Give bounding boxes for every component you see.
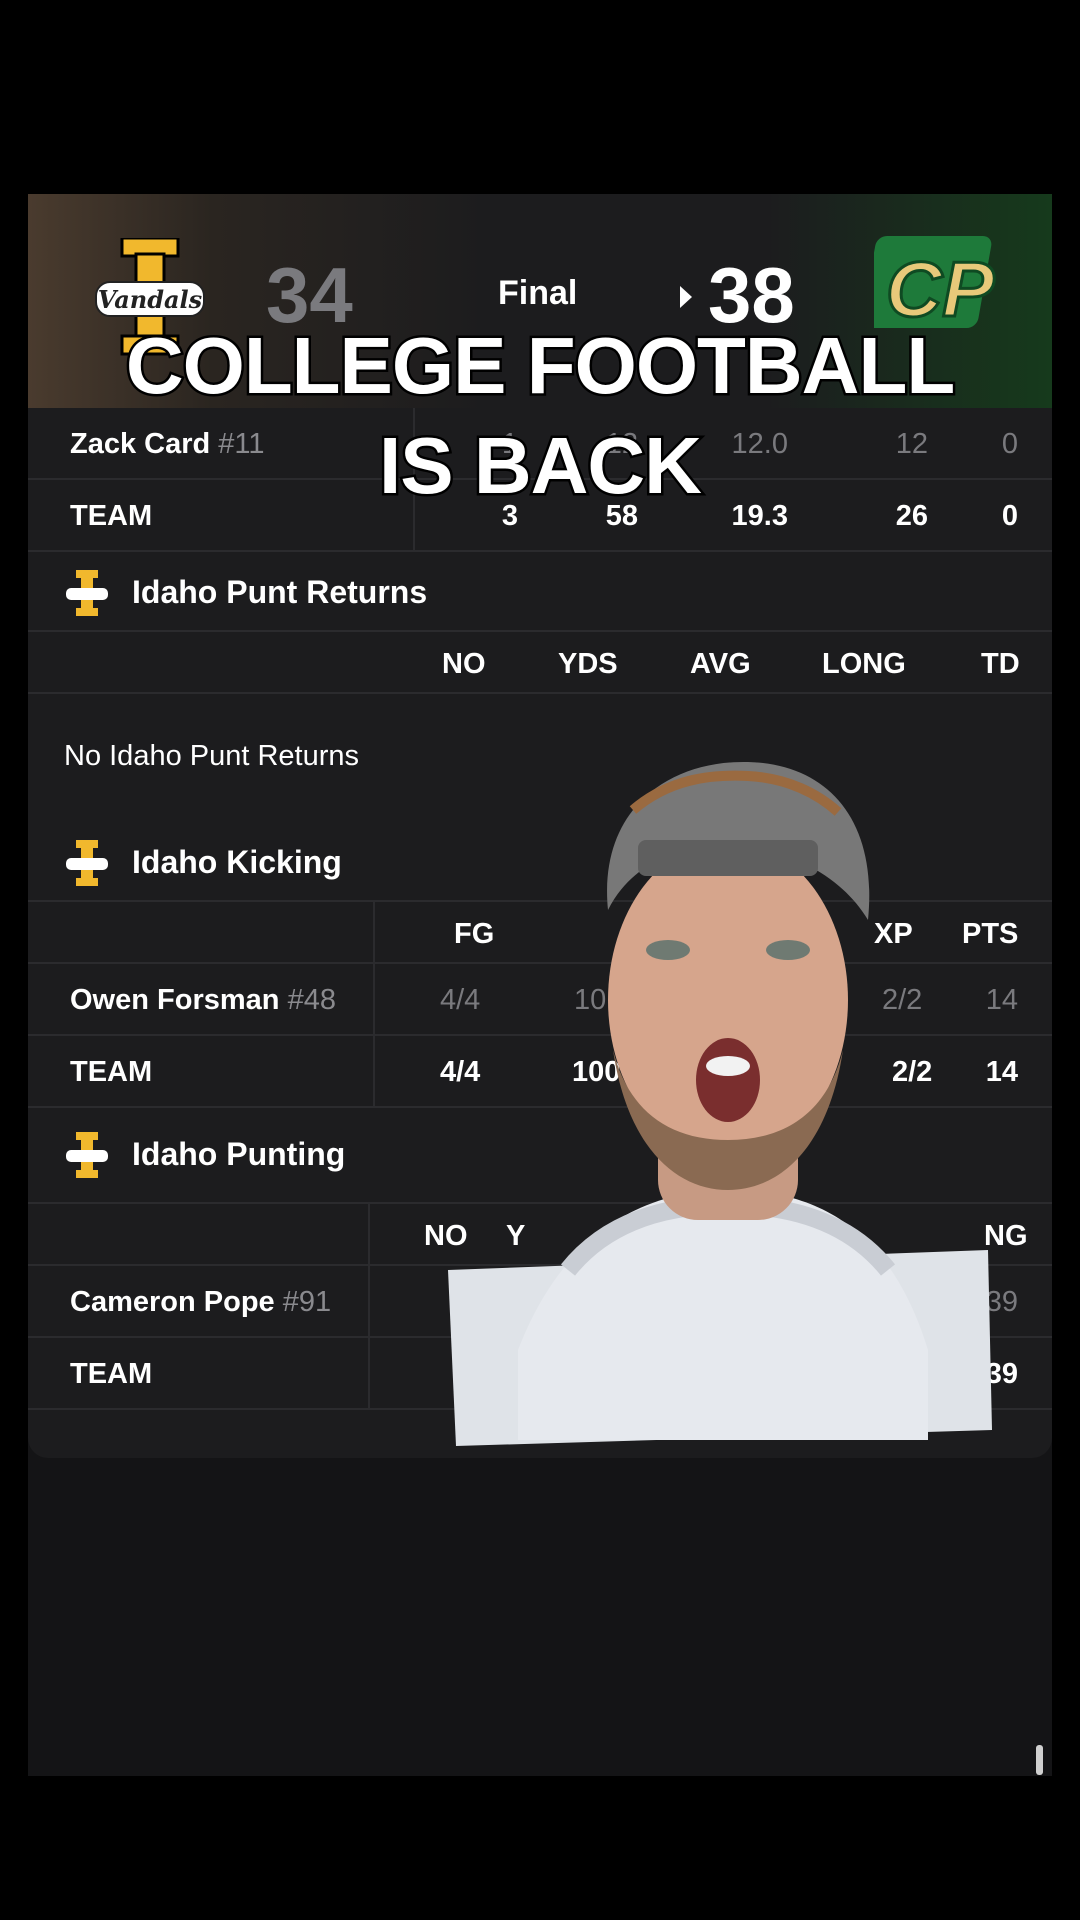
column-header[interactable]: YDS [558, 648, 618, 681]
table-header-row: NO YDS AVG LONG TD [28, 632, 1052, 694]
column-header[interactable]: TD [981, 648, 1020, 681]
section-title: Idaho Kicking [132, 844, 342, 880]
column-header[interactable]: LONG [822, 648, 906, 681]
column-header[interactable]: NO [442, 648, 486, 681]
column-divider [373, 902, 375, 1106]
possession-arrow-icon [680, 286, 692, 308]
game-status: Final [498, 274, 578, 312]
creator-cutout-image [448, 761, 992, 1446]
player-name[interactable]: Cameron Pope [70, 1286, 275, 1318]
team-label: TEAM [70, 1056, 153, 1088]
team-label: TEAM [70, 1358, 153, 1390]
player-name[interactable]: Owen Forsman [70, 984, 280, 1016]
video-caption-line-2: IS BACK [377, 419, 705, 513]
player-number: #48 [287, 984, 336, 1016]
video-caption-line-1: COLLEGE FOOTBALL [123, 319, 957, 413]
idaho-logo-icon [66, 570, 108, 616]
idaho-logo-icon [66, 1132, 108, 1178]
section-title: Idaho Punting [132, 1136, 346, 1172]
player-number: #91 [282, 1286, 332, 1318]
column-divider [368, 1204, 370, 1408]
scrollbar-thumb[interactable] [1036, 1745, 1043, 1775]
empty-state-text: No Idaho Punt Returns [64, 740, 360, 772]
column-header[interactable]: AVG [690, 648, 751, 681]
idaho-logo-icon [66, 840, 108, 886]
section-title: Idaho Punt Returns [132, 574, 428, 610]
svg-text:Vandals: Vandals [98, 285, 203, 314]
section-header: Idaho Punt Returns [28, 552, 1052, 632]
